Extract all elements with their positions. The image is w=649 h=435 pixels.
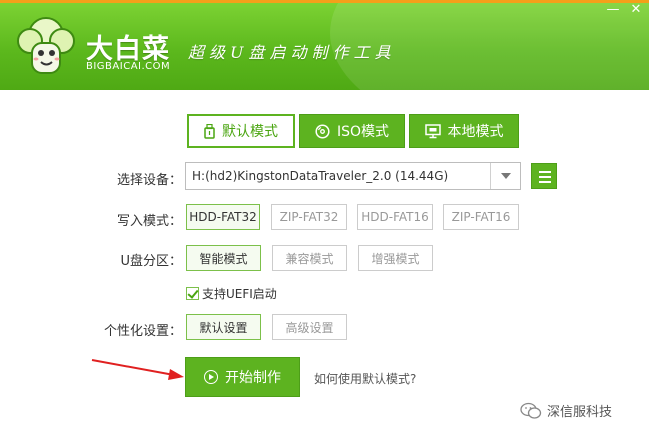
tab-local-mode[interactable]: 本地模式 (409, 114, 519, 148)
write-mode-zip-fat32[interactable]: ZIP-FAT32 (271, 204, 347, 230)
write-mode-hdd-fat32[interactable]: HDD-FAT32 (186, 204, 260, 230)
personalize-label: 个性化设置： (103, 324, 182, 339)
partition-enhanced-mode[interactable]: 增强模式 (358, 245, 433, 271)
app-header: 大白菜 BIGBAICAI.COM 超级U盘启动制作工具 — ✕ (0, 0, 649, 90)
tab-default-mode[interactable]: 默认模式 (187, 114, 295, 148)
disc-icon (315, 123, 330, 139)
red-arrow-annotation (91, 359, 184, 380)
brand-website: BIGBAICAI.COM (86, 61, 171, 72)
device-select[interactable]: H:(hd2)KingstonDataTraveler_2.0 (14.44G) (185, 162, 521, 190)
menu-icon (539, 171, 551, 173)
help-default-mode-link[interactable]: 如何使用默认模式? (314, 370, 416, 387)
partition-smart-mode[interactable]: 智能模式 (186, 245, 261, 271)
start-label: 开始制作 (225, 370, 281, 386)
partition-label: U盘分区： (120, 254, 182, 269)
watermark-text: 深信服科技 (547, 405, 613, 420)
chevron-down-icon[interactable] (490, 163, 520, 189)
start-making-button[interactable]: 开始制作 (185, 357, 300, 397)
watermark: 深信服科技 (520, 401, 612, 420)
menu-icon-bar (539, 181, 551, 183)
device-menu-button[interactable] (531, 163, 557, 189)
write-mode-label: 写入模式： (116, 214, 182, 229)
device-label: 选择设备： (116, 173, 182, 188)
device-select-value: H:(hd2)KingstonDataTraveler_2.0 (14.44G) (192, 169, 449, 183)
uefi-label: 支持UEFI启动 (202, 287, 277, 301)
close-button[interactable]: ✕ (626, 3, 646, 19)
monitor-icon (424, 123, 441, 138)
write-mode-hdd-fat16[interactable]: HDD-FAT16 (357, 204, 433, 230)
write-mode-zip-fat16[interactable]: ZIP-FAT16 (443, 204, 519, 230)
menu-icon-bar (539, 176, 551, 178)
checkbox-checked-icon (186, 287, 199, 300)
partition-compatible-mode[interactable]: 兼容模式 (272, 245, 347, 271)
usb-drive-icon (204, 123, 215, 139)
wechat-icon (520, 402, 542, 419)
personalize-advanced[interactable]: 高级设置 (272, 314, 347, 340)
cabbage-mascot-logo (17, 17, 75, 74)
uefi-checkbox[interactable]: 支持UEFI启动 (186, 285, 277, 302)
minimize-button[interactable]: — (603, 3, 623, 19)
tab-label: ISO模式 (336, 124, 390, 140)
personalize-default[interactable]: 默认设置 (186, 314, 261, 340)
tab-label: 本地模式 (447, 124, 504, 140)
tab-label: 默认模式 (222, 124, 278, 140)
play-circle-icon (204, 370, 218, 384)
app-slogan: 超级U盘启动制作工具 (188, 43, 396, 62)
tab-iso-mode[interactable]: ISO模式 (299, 114, 405, 148)
